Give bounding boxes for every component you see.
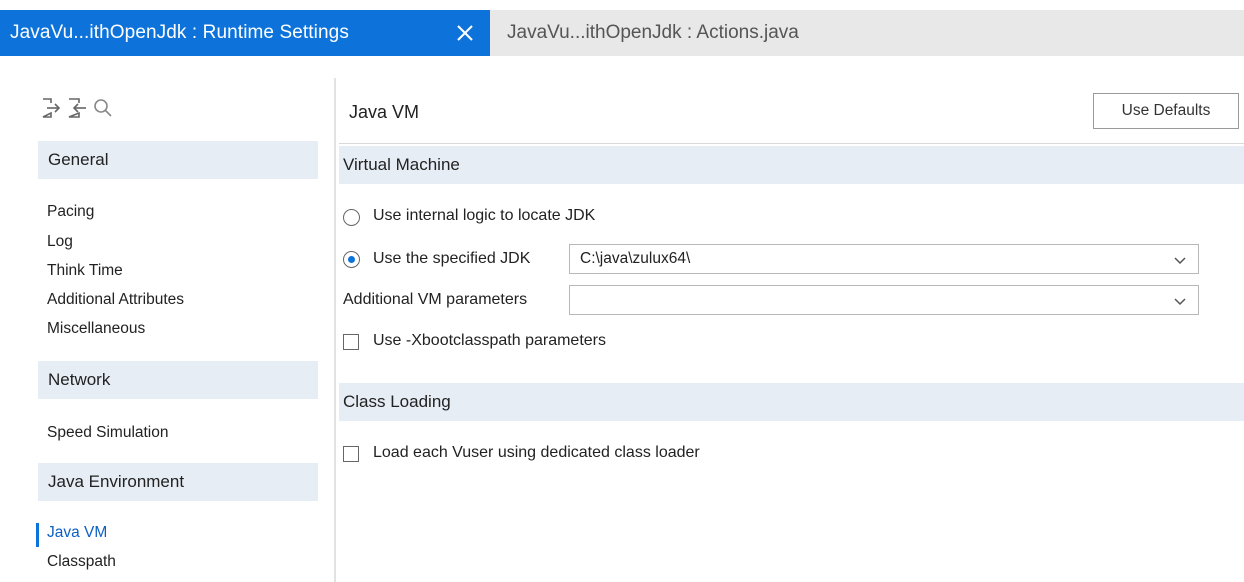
import-icon[interactable] [66,97,88,119]
tab-bar: JavaVu...ithOpenJdk : Runtime Settings J… [0,10,1244,56]
chevron-down-icon[interactable] [1174,296,1186,306]
jdk-path-combo[interactable] [569,244,1199,274]
radio-internal-logic[interactable] [343,209,360,226]
sidebar-item-speed-simulation[interactable]: Speed Simulation [47,424,169,442]
sidebar-item-java-vm[interactable]: Java VM [47,524,107,542]
virtual-machine-header: Virtual Machine [339,146,1244,184]
dedicated-class-loader-label[interactable]: Load each Vuser using dedicated class lo… [373,444,700,462]
sidebar-toolbar [40,97,114,119]
radio-specified-jdk-label[interactable]: Use the specified JDK [373,250,530,268]
sidebar-item-classpath[interactable]: Classpath [47,553,116,571]
sidebar-item-pacing[interactable]: Pacing [47,203,94,221]
close-icon[interactable] [455,23,475,43]
xbootclasspath-label[interactable]: Use -Xbootclasspath parameters [373,332,606,350]
vm-params-label: Additional VM parameters [343,291,528,308]
page-title: Java VM [349,102,420,122]
sidebar-item-miscellaneous[interactable]: Miscellaneous [47,320,145,338]
dedicated-class-loader-checkbox[interactable] [343,446,359,462]
sidebar-section-general[interactable]: General [38,141,318,179]
search-icon[interactable] [92,97,114,119]
vm-params-input[interactable] [580,289,1160,311]
chevron-down-icon[interactable] [1174,255,1186,265]
title-divider [339,143,1244,144]
sidebar-section-java-environment[interactable]: Java Environment [38,463,318,501]
tab-actions-java[interactable]: JavaVu...ithOpenJdk : Actions.java [507,22,799,44]
sidebar-item-think-time[interactable]: Think Time [47,262,123,280]
sidebar-section-network[interactable]: Network [38,361,318,399]
sidebar-divider [334,78,336,582]
sidebar-item-additional-attributes[interactable]: Additional Attributes [47,291,184,309]
radio-specified-jdk[interactable] [343,251,360,268]
class-loading-header: Class Loading [339,383,1244,421]
xbootclasspath-checkbox[interactable] [343,334,359,350]
active-item-indicator [36,523,39,547]
use-defaults-button[interactable]: Use Defaults [1093,93,1239,129]
tab-runtime-settings-label: JavaVu...ithOpenJdk : Runtime Settings [10,22,349,43]
tab-runtime-settings[interactable]: JavaVu...ithOpenJdk : Runtime Settings [0,10,490,56]
jdk-path-input[interactable] [580,248,1160,270]
export-icon[interactable] [40,97,62,119]
radio-internal-logic-label[interactable]: Use internal logic to locate JDK [373,207,595,225]
vm-params-combo[interactable] [569,285,1199,315]
sidebar-item-log[interactable]: Log [47,233,73,251]
